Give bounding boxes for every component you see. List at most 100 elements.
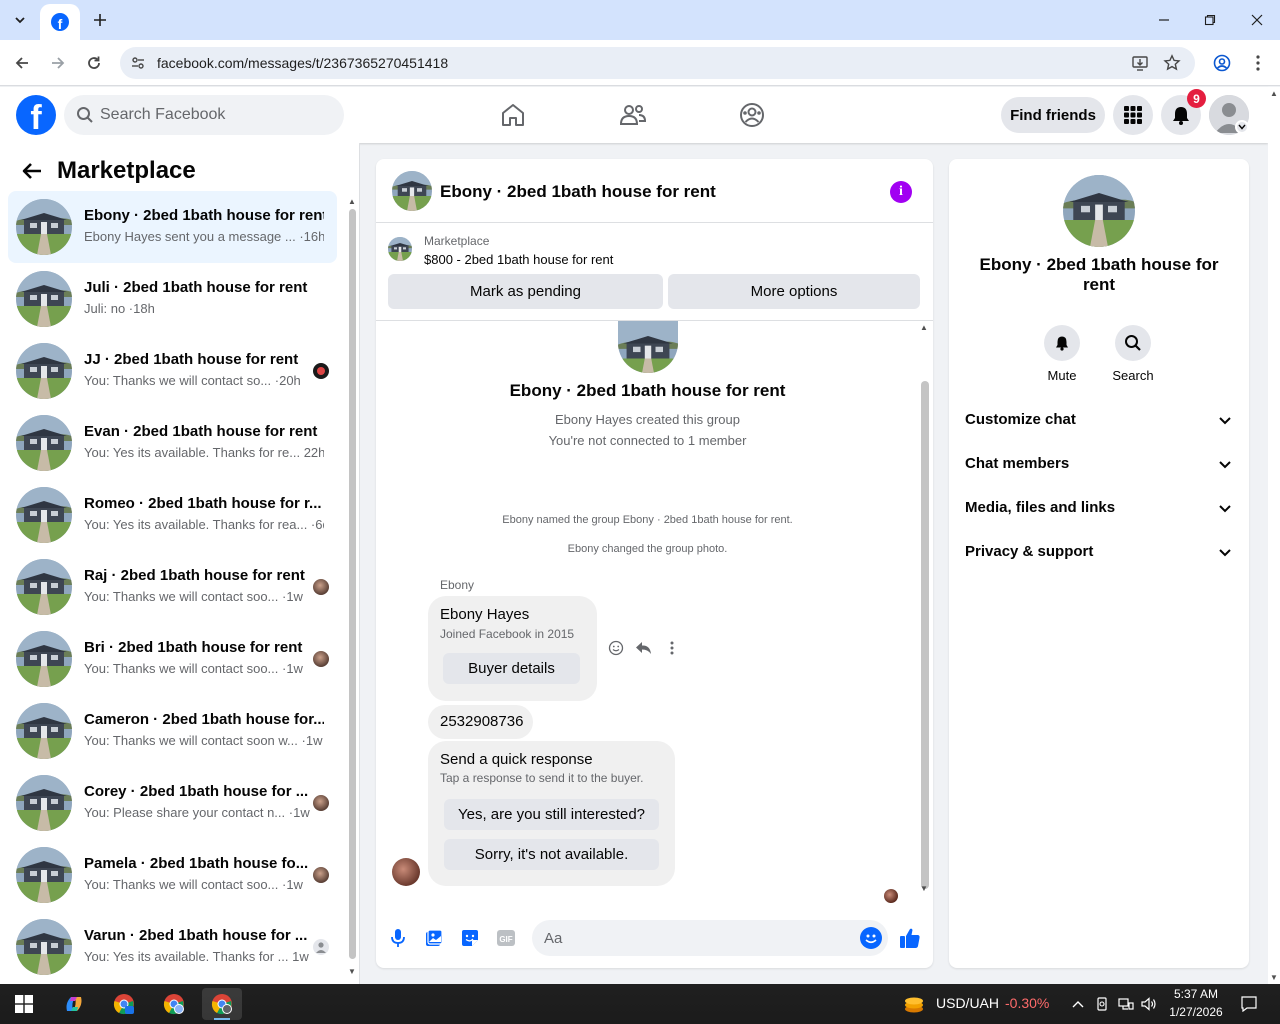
- forward-button[interactable]: [45, 50, 71, 76]
- scrollbar-thumb[interactable]: [349, 209, 356, 959]
- message-thread[interactable]: Ebony · 2bed 1bath house for rent Ebony …: [376, 321, 933, 903]
- network-icon[interactable]: [1118, 996, 1134, 1012]
- message-input-box[interactable]: [532, 920, 888, 956]
- sticker-icon[interactable]: [459, 927, 481, 949]
- windows-start-icon[interactable]: [4, 988, 44, 1020]
- copilot-icon[interactable]: [54, 988, 94, 1020]
- quick-response-yes-button[interactable]: Yes, are you still interested?: [444, 799, 659, 830]
- chat-list-item[interactable]: Raj · 2bed 1bath house for rent You: Than…: [8, 551, 337, 623]
- clock-date[interactable]: 1/27/2026: [1164, 1005, 1228, 1019]
- message-bubble[interactable]: 2532908736: [428, 705, 533, 739]
- gif-icon[interactable]: GIF: [495, 927, 517, 949]
- new-tab-button[interactable]: [88, 8, 112, 32]
- url-text[interactable]: facebook.com/messages/t/2367365270451418: [157, 55, 448, 71]
- tab-search-dropdown-icon[interactable]: [8, 8, 32, 32]
- chat-list-panel: Marketplace Ebony · 2bed 1bath house for…: [0, 143, 360, 984]
- chat-list-item[interactable]: Varun · 2bed 1bath house for ... You: Yes…: [8, 911, 337, 983]
- conversation-photo[interactable]: [1063, 175, 1135, 247]
- listing-thumbnail[interactable]: [388, 237, 412, 261]
- account-chevron-icon[interactable]: [1235, 120, 1249, 134]
- show-hidden-icons-chevron-icon[interactable]: [1070, 996, 1086, 1012]
- currency-ticker-icon[interactable]: [903, 993, 925, 1015]
- reload-button[interactable]: [81, 50, 107, 76]
- info-section-row[interactable]: Customize chat: [965, 400, 1233, 440]
- conversation-info-icon[interactable]: i: [890, 181, 912, 203]
- notification-center-icon[interactable]: [1240, 995, 1258, 1013]
- browser-menu-icon[interactable]: [1245, 50, 1271, 76]
- chat-list-item[interactable]: Evan · 2bed 1bath house for rent You: Yes…: [8, 407, 337, 479]
- scroll-down-arrow-icon[interactable]: ▼: [920, 884, 928, 893]
- reply-icon[interactable]: [634, 638, 654, 658]
- message-scrollbar[interactable]: ▲ ▼: [917, 321, 931, 901]
- back-button[interactable]: [9, 50, 35, 76]
- emoji-icon[interactable]: [860, 927, 882, 949]
- facebook-search[interactable]: [64, 95, 344, 135]
- chevron-down-icon[interactable]: [1217, 500, 1233, 516]
- home-icon[interactable]: [499, 101, 527, 129]
- chat-list-scrollbar[interactable]: ▲ ▼: [348, 197, 356, 977]
- chat-list-item[interactable]: Romeo · 2bed 1bath house for r... You: Ye…: [8, 479, 337, 551]
- chat-list-item[interactable]: Corey · 2bed 1bath house for ... You: Ple…: [8, 767, 337, 839]
- microphone-icon[interactable]: [387, 927, 409, 949]
- scrollbar-thumb[interactable]: [921, 381, 929, 889]
- scroll-down-arrow-icon[interactable]: ▼: [1270, 973, 1278, 982]
- message-input[interactable]: [544, 920, 844, 956]
- listing-title[interactable]: $800 - 2bed 1bath house for rent: [424, 252, 613, 267]
- scroll-up-arrow-icon[interactable]: ▲: [920, 323, 928, 332]
- buyer-details-button[interactable]: Buyer details: [443, 653, 580, 684]
- minimize-window-button[interactable]: [1152, 8, 1176, 32]
- close-window-button[interactable]: [1245, 8, 1269, 32]
- chrome-taskbar-icon[interactable]: [104, 988, 144, 1020]
- bell-icon[interactable]: [1044, 325, 1080, 361]
- chat-list-item[interactable]: Pamela · 2bed 1bath house fo... You: Than…: [8, 839, 337, 911]
- scroll-down-arrow-icon[interactable]: ▼: [348, 967, 356, 976]
- info-section-row[interactable]: Chat members: [965, 444, 1233, 484]
- sender-avatar[interactable]: [392, 858, 420, 886]
- search-in-conversation-button[interactable]: Search: [1103, 325, 1163, 383]
- install-app-icon[interactable]: [1130, 53, 1150, 73]
- scroll-up-arrow-icon[interactable]: ▲: [348, 197, 356, 206]
- mark-as-pending-button[interactable]: Mark as pending: [388, 274, 663, 309]
- react-emoji-icon[interactable]: [606, 638, 626, 658]
- browser-tab-facebook[interactable]: f: [40, 4, 80, 40]
- chevron-down-icon[interactable]: [1217, 544, 1233, 560]
- site-info-icon[interactable]: [128, 53, 148, 73]
- chevron-down-icon[interactable]: [1217, 456, 1233, 472]
- chat-list-item[interactable]: Juli · 2bed 1bath house for rent Juli: no…: [8, 263, 337, 335]
- address-bar[interactable]: facebook.com/messages/t/2367365270451418: [120, 47, 1195, 79]
- like-thumbs-up-icon[interactable]: [899, 927, 921, 949]
- bookmark-star-icon[interactable]: [1162, 53, 1182, 73]
- photo-icon[interactable]: [423, 927, 445, 949]
- facebook-logo[interactable]: f: [16, 95, 56, 135]
- scroll-up-arrow-icon[interactable]: ▲: [1270, 89, 1278, 98]
- search-icon[interactable]: [1115, 325, 1151, 361]
- mute-button[interactable]: Mute: [1032, 325, 1092, 383]
- groups-icon[interactable]: [738, 101, 766, 129]
- search-input[interactable]: [100, 95, 330, 135]
- quick-response-no-button[interactable]: Sorry, it's not available.: [444, 839, 659, 870]
- chat-list-item[interactable]: JJ · 2bed 1bath house for rent You: Thank…: [8, 335, 337, 407]
- back-arrow-icon[interactable]: [20, 159, 44, 183]
- more-actions-icon[interactable]: [662, 638, 682, 658]
- info-section-row[interactable]: Media, files and links: [965, 488, 1233, 528]
- info-section-row[interactable]: Privacy & support: [965, 532, 1233, 572]
- find-friends-button[interactable]: Find friends: [1001, 97, 1105, 133]
- profile-account-icon[interactable]: [1209, 50, 1235, 76]
- conversation-title[interactable]: Ebony · 2bed 1bath house for rent: [440, 182, 716, 202]
- clock-time[interactable]: 5:37 AM: [1164, 987, 1228, 1001]
- restore-window-button[interactable]: [1198, 8, 1222, 32]
- friends-icon[interactable]: [619, 101, 647, 129]
- chat-list-item[interactable]: Ebony · 2bed 1bath house for rent Ebony H…: [8, 191, 337, 263]
- conversation-thumbnail[interactable]: [392, 171, 432, 211]
- chat-list-item[interactable]: Bri · 2bed 1bath house for rent You: Than…: [8, 623, 337, 695]
- chrome-active-taskbar-icon[interactable]: [202, 988, 242, 1020]
- page-scrollbar[interactable]: ▲ ▼: [1268, 87, 1280, 984]
- menu-grid-button[interactable]: [1113, 95, 1153, 135]
- chevron-down-icon[interactable]: [1217, 412, 1233, 428]
- meet-now-icon[interactable]: [1095, 996, 1111, 1012]
- more-options-button[interactable]: More options: [668, 274, 920, 309]
- volume-icon[interactable]: [1141, 996, 1157, 1012]
- chrome-profile-taskbar-icon[interactable]: [154, 988, 194, 1020]
- chat-list-item[interactable]: Cameron · 2bed 1bath house for... You: Th…: [8, 695, 337, 767]
- ticker-label[interactable]: USD/UAH: [936, 995, 999, 1011]
